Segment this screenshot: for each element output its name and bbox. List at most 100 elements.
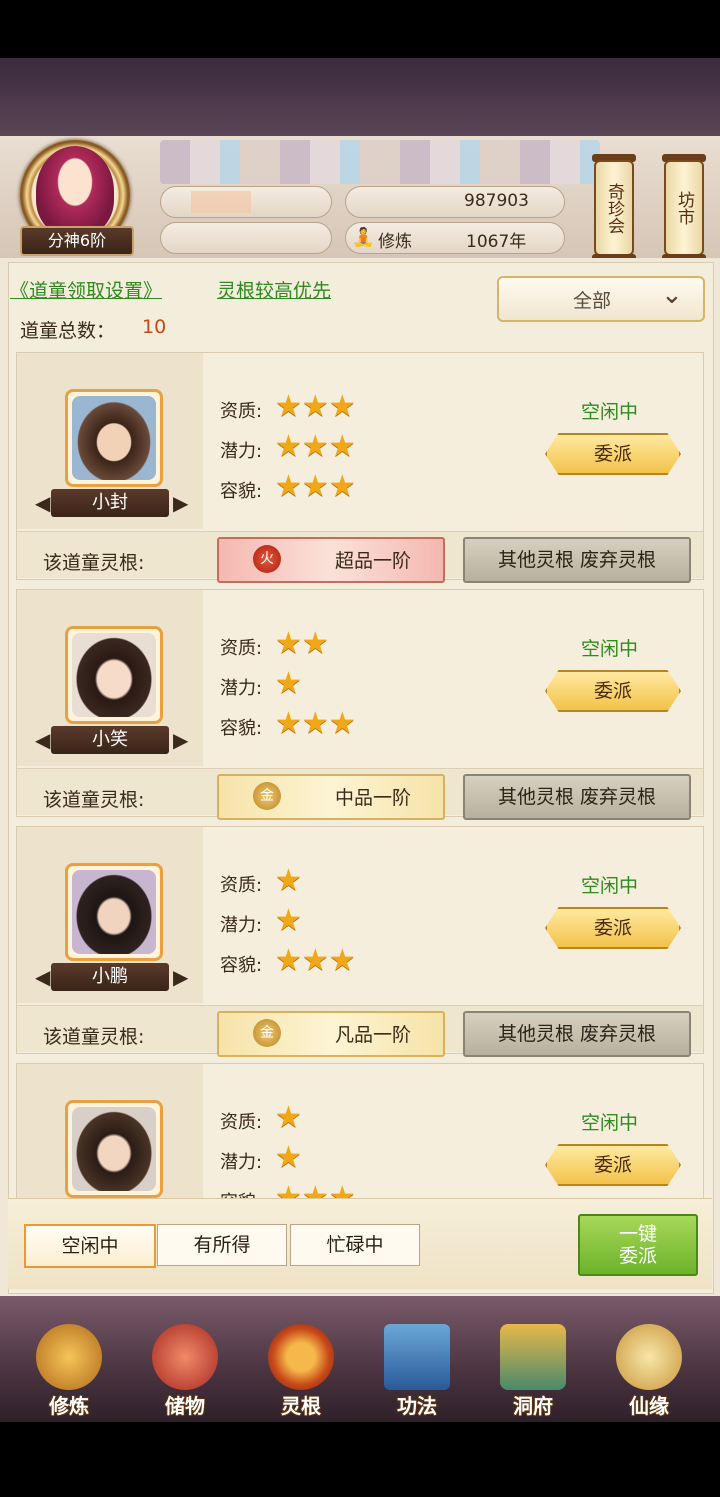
stat-value-1: 987903 bbox=[464, 191, 529, 211]
prev-arrow-icon[interactable]: ◀ bbox=[35, 728, 50, 752]
star-icon: ★ bbox=[275, 706, 302, 741]
looks-stars: ★★★ bbox=[275, 708, 356, 740]
nav-spirit-root[interactable]: 灵根 bbox=[246, 1312, 356, 1422]
prev-arrow-icon[interactable]: ◀ bbox=[35, 965, 50, 989]
disciple-name: 小封 bbox=[51, 489, 169, 517]
star-icon: ★ bbox=[301, 389, 329, 424]
quality-label: 资质: bbox=[220, 401, 263, 422]
nav-cave[interactable]: 洞府 bbox=[478, 1312, 588, 1422]
disciple-card: ◀ 小封 ▶ 资质: ★★★ 潜力: ★★★ 容貌: ★★★ 空闲中 委派 该道… bbox=[16, 352, 704, 583]
star-icon: ★ bbox=[301, 626, 329, 661]
fire-element-icon: 火 bbox=[253, 545, 281, 573]
total-label: 道童总数： bbox=[20, 320, 116, 342]
dropdown-value: 全部 bbox=[573, 290, 612, 312]
spirit-root-icon bbox=[268, 1324, 334, 1390]
stat-label-cultivation: 修炼 bbox=[378, 232, 412, 252]
status-text: 空闲中 bbox=[581, 638, 639, 660]
portrait-frame[interactable] bbox=[65, 389, 163, 487]
star-icon: ★ bbox=[328, 706, 356, 741]
portrait-frame[interactable] bbox=[65, 863, 163, 961]
star-icon: ★ bbox=[301, 429, 329, 464]
market-button[interactable]: 坊市 bbox=[664, 160, 704, 256]
potential-label: 潜力: bbox=[220, 441, 263, 462]
other-root-button[interactable]: 其他灵根 废弃灵根 bbox=[463, 537, 691, 583]
other-root-button[interactable]: 其他灵根 废弃灵根 bbox=[463, 774, 691, 820]
root-grade: 超品一阶 bbox=[335, 550, 412, 572]
root-grade-box: 金 凡品一阶 bbox=[217, 1011, 445, 1057]
collect-settings-link[interactable]: 《道童领取设置》 bbox=[10, 276, 162, 303]
potential-stars: ★★★ bbox=[275, 431, 356, 463]
root-label: 该道童灵根: bbox=[43, 1026, 145, 1048]
disciple-card: ◀ 小笑 ▶ 资质: ★★ 潜力: ★ 容貌: ★★★ 空闲中 委派 该道童灵根… bbox=[16, 589, 704, 820]
next-arrow-icon[interactable]: ▶ bbox=[173, 728, 188, 752]
disciple-card: 资质: ★ 潜力: ★ 容貌: ★★★ 空闲中 委派 bbox=[16, 1063, 704, 1198]
star-icon: ★ bbox=[328, 943, 356, 978]
nav-label: 储物 bbox=[165, 1394, 205, 1418]
potential-label: 潜力: bbox=[220, 678, 263, 699]
cultivate-icon bbox=[36, 1324, 102, 1390]
star-icon: ★ bbox=[275, 469, 302, 504]
star-icon: ★ bbox=[301, 943, 329, 978]
disciple-portrait bbox=[72, 396, 156, 480]
rank-badge: 分神6阶 bbox=[20, 226, 134, 256]
nav-label: 修炼 bbox=[49, 1394, 89, 1418]
looks-label: 容貌: bbox=[220, 955, 263, 976]
potential-label: 潜力: bbox=[220, 915, 263, 936]
root-grade-box: 金 中品一阶 bbox=[217, 774, 445, 820]
root-grade-box: 火 超品一阶 bbox=[217, 537, 445, 583]
prev-arrow-icon[interactable]: ◀ bbox=[35, 491, 50, 515]
treasure-fair-button[interactable]: 奇珍会 bbox=[594, 160, 634, 256]
stat-pill-2-left bbox=[160, 222, 332, 254]
star-icon: ★ bbox=[328, 389, 356, 424]
nav-label: 洞府 bbox=[513, 1394, 553, 1418]
priority-link[interactable]: 灵根较高优先 bbox=[217, 276, 331, 303]
stat-value-cultivation: 1067年 bbox=[466, 232, 527, 252]
looks-stars: ★★★ bbox=[275, 945, 356, 977]
nav-techniques[interactable]: 功法 bbox=[362, 1312, 472, 1422]
star-icon: ★ bbox=[275, 863, 302, 898]
root-label: 该道童灵根: bbox=[43, 552, 145, 574]
book-icon bbox=[384, 1324, 450, 1390]
cave-palace-icon bbox=[500, 1324, 566, 1390]
potential-label: 潜力: bbox=[220, 1152, 263, 1173]
quality-label: 资质: bbox=[220, 638, 263, 659]
nav-cultivate[interactable]: 修炼 bbox=[14, 1312, 124, 1422]
star-icon: ★ bbox=[328, 429, 356, 464]
star-icon: ★ bbox=[275, 429, 302, 464]
potential-stars: ★ bbox=[275, 905, 302, 937]
looks-label: 容貌: bbox=[220, 1188, 262, 1198]
one-click-line1: 一键 bbox=[618, 1223, 657, 1245]
filter-dropdown[interactable]: 全部 ⌄ bbox=[497, 276, 705, 322]
dispatch-button[interactable]: 委派 bbox=[545, 433, 681, 475]
stat-pill-1-left bbox=[160, 186, 332, 218]
dispatch-button[interactable]: 委派 bbox=[545, 670, 681, 712]
portrait-frame[interactable] bbox=[65, 1100, 163, 1198]
dispatch-button[interactable]: 委派 bbox=[545, 907, 681, 949]
nav-storage[interactable]: 储物 bbox=[130, 1312, 240, 1422]
next-arrow-icon[interactable]: ▶ bbox=[173, 965, 188, 989]
tab-gained[interactable]: 有所得 bbox=[157, 1224, 287, 1266]
blurred-block bbox=[191, 191, 251, 213]
star-icon: ★ bbox=[301, 706, 329, 741]
portrait-frame[interactable] bbox=[65, 626, 163, 724]
other-root-button[interactable]: 其他灵根 废弃灵根 bbox=[463, 1011, 691, 1057]
storage-bag-icon bbox=[152, 1324, 218, 1390]
quality-stars: ★ bbox=[275, 1102, 302, 1134]
star-icon: ★ bbox=[275, 666, 302, 701]
quality-stars: ★ bbox=[275, 865, 302, 897]
next-arrow-icon[interactable]: ▶ bbox=[173, 491, 188, 515]
quality-stars: ★★★ bbox=[275, 391, 356, 423]
disciple-portrait bbox=[72, 1107, 156, 1191]
dispatch-button[interactable]: 委派 bbox=[545, 1144, 681, 1186]
tab-idle[interactable]: 空闲中 bbox=[24, 1224, 156, 1268]
quality-label: 资质: bbox=[220, 875, 263, 896]
nav-fate[interactable]: 仙缘 bbox=[594, 1312, 704, 1422]
looks-stars: ★★★ bbox=[275, 1182, 356, 1199]
one-click-dispatch-button[interactable]: 一键 委派 bbox=[578, 1214, 698, 1276]
avatar-portrait bbox=[36, 146, 114, 236]
tab-busy[interactable]: 忙碌中 bbox=[290, 1224, 420, 1266]
stat-pill-cultivation: 🧘 修炼 1067年 bbox=[345, 222, 565, 254]
blurred-player-name bbox=[160, 140, 600, 184]
meditation-icon: 🧘 bbox=[352, 227, 375, 248]
star-icon: ★ bbox=[301, 469, 329, 504]
